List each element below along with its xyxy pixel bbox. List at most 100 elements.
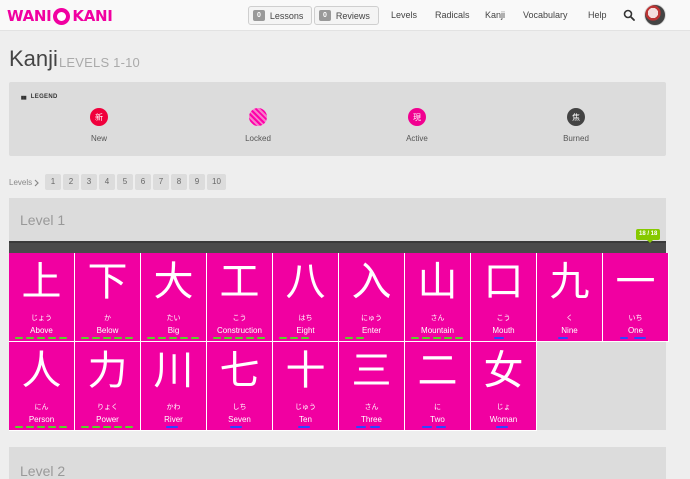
srs-mark: [81, 426, 89, 428]
srs-mark: [433, 337, 441, 339]
legend-label-locked: Locked: [245, 134, 271, 143]
crabigator-icon: [53, 7, 71, 25]
reviews-button[interactable]: 0 Reviews: [314, 6, 379, 25]
legend-item-active: 現 Active: [377, 108, 457, 143]
kanji-tile[interactable]: 工こう Construction: [207, 253, 273, 342]
kanji-meaning: Woman: [489, 415, 518, 424]
kanji-tile[interactable]: 八はち Eight: [273, 253, 339, 342]
kanji-reading: にん: [34, 404, 49, 411]
kanji-meaning: Power: [96, 415, 119, 424]
srs-mark: [48, 337, 56, 339]
kanji-tile[interactable]: 力りょく Power: [75, 342, 141, 431]
kanji-tile[interactable]: 七しち Seven: [207, 342, 273, 431]
srs-mark: [37, 426, 45, 428]
nav-vocabulary[interactable]: Vocabulary: [523, 10, 568, 20]
level-1-title: Level 1: [20, 212, 66, 228]
lessons-button[interactable]: 0 Lessons: [248, 6, 313, 25]
level-button-7[interactable]: 7: [153, 174, 169, 190]
user-avatar[interactable]: [644, 4, 666, 26]
level-button-5[interactable]: 5: [117, 174, 133, 190]
srs-progress-marks: [342, 337, 402, 341]
logo-text-left: WANI: [7, 7, 52, 25]
srs-mark: [169, 337, 177, 339]
level-button-3[interactable]: 3: [81, 174, 97, 190]
legend-label-burned: Burned: [563, 134, 589, 143]
srs-mark: [158, 337, 166, 339]
nav-levels[interactable]: Levels: [391, 10, 417, 20]
kanji-reading: く: [566, 315, 573, 322]
kanji-character: 二: [417, 348, 458, 394]
srs-mark: [15, 337, 23, 339]
level-button-4[interactable]: 4: [99, 174, 115, 190]
srs-progress-marks: [78, 426, 138, 430]
srs-mark: [37, 337, 45, 339]
legend-item-new: 新 New: [59, 108, 139, 143]
level-2-panel: Level 2: [9, 447, 666, 479]
level-button-2[interactable]: 2: [63, 174, 79, 190]
legend-panel: ▗▖ LEGEND 新 New Locked 現 Active 焦 Burned: [9, 82, 666, 156]
srs-mark: [81, 337, 89, 339]
srs-mark: [257, 337, 265, 339]
nav-help[interactable]: Help: [588, 10, 607, 20]
kanji-character: 入: [351, 259, 392, 305]
legend-item-locked: Locked: [218, 108, 298, 143]
kanji-meaning: Nine: [561, 326, 578, 335]
level-button-8[interactable]: 8: [171, 174, 187, 190]
kanji-character: 人: [21, 348, 62, 394]
kanji-tile[interactable]: 女じょ Woman: [471, 342, 537, 431]
kanji-tile[interactable]: 入にゅう Enter: [339, 253, 405, 342]
legend-item-burned: 焦 Burned: [536, 108, 616, 143]
legend-title: LEGEND: [30, 94, 58, 100]
srs-mark: [224, 337, 232, 339]
level-button-6[interactable]: 6: [135, 174, 151, 190]
kanji-tile[interactable]: 三さん Three: [339, 342, 405, 431]
kanji-tile[interactable]: 人にん Person: [9, 342, 75, 431]
srs-progress-marks: [12, 426, 72, 430]
kanji-reading: じょう: [31, 315, 52, 322]
kanji-reading: いち: [628, 315, 643, 322]
srs-progress-marks: [12, 337, 72, 341]
srs-progress-marks: [408, 426, 468, 430]
kanji-character: 三: [351, 348, 392, 394]
kanji-tile[interactable]: 上じょう Above: [9, 253, 75, 342]
kanji-character: 七: [219, 348, 260, 394]
levels-pager-label: Levels: [9, 178, 33, 187]
kanji-character: 女: [483, 348, 524, 394]
kanji-reading: こう: [232, 315, 247, 322]
search-icon[interactable]: [623, 9, 635, 21]
kanji-tile[interactable]: 二に Two: [405, 342, 471, 431]
nav-kanji[interactable]: Kanji: [485, 10, 505, 20]
srs-mark: [26, 426, 34, 428]
kanji-tile[interactable]: 九く Nine: [537, 253, 603, 342]
page-subtitle: LEVELS 1-10: [59, 55, 140, 70]
kanji-meaning: Mountain: [421, 326, 454, 335]
srs-mark: [235, 337, 243, 339]
srs-mark: [191, 337, 199, 339]
nav-radicals[interactable]: Radicals: [435, 10, 470, 20]
kanji-reading: じょ: [496, 404, 511, 411]
kanji-tile[interactable]: 山さん Mountain: [405, 253, 471, 342]
wanikani-logo[interactable]: WANI KANI: [7, 7, 113, 25]
level-button-1[interactable]: 1: [45, 174, 61, 190]
kanji-reading: じゅう: [295, 404, 316, 411]
kanji-reading: はち: [298, 315, 313, 322]
kanji-meaning: Mouth: [492, 326, 515, 335]
kanji-tile[interactable]: 川かわ River: [141, 342, 207, 431]
kanji-tile[interactable]: 下か Below: [75, 253, 141, 342]
kanji-tile[interactable]: 大たい Big: [141, 253, 207, 342]
kanji-tile[interactable]: 一いち One: [603, 253, 669, 342]
kanji-meaning: One: [627, 326, 644, 335]
level-button-10[interactable]: 10: [207, 174, 226, 190]
srs-mark: [301, 337, 309, 339]
level-button-9[interactable]: 9: [189, 174, 205, 190]
kanji-reading: にゅう: [361, 315, 382, 322]
kanji-tile[interactable]: 十じゅう Ten: [273, 342, 339, 431]
srs-mark: [59, 337, 67, 339]
srs-mark: [180, 337, 188, 339]
srs-progress-marks: [606, 337, 666, 341]
chevron-right-icon: [34, 179, 39, 187]
kanji-character: 一: [615, 259, 656, 305]
srs-progress-marks: [276, 426, 336, 430]
kanji-character: 大: [153, 259, 194, 305]
kanji-tile[interactable]: 口こう Mouth: [471, 253, 537, 342]
